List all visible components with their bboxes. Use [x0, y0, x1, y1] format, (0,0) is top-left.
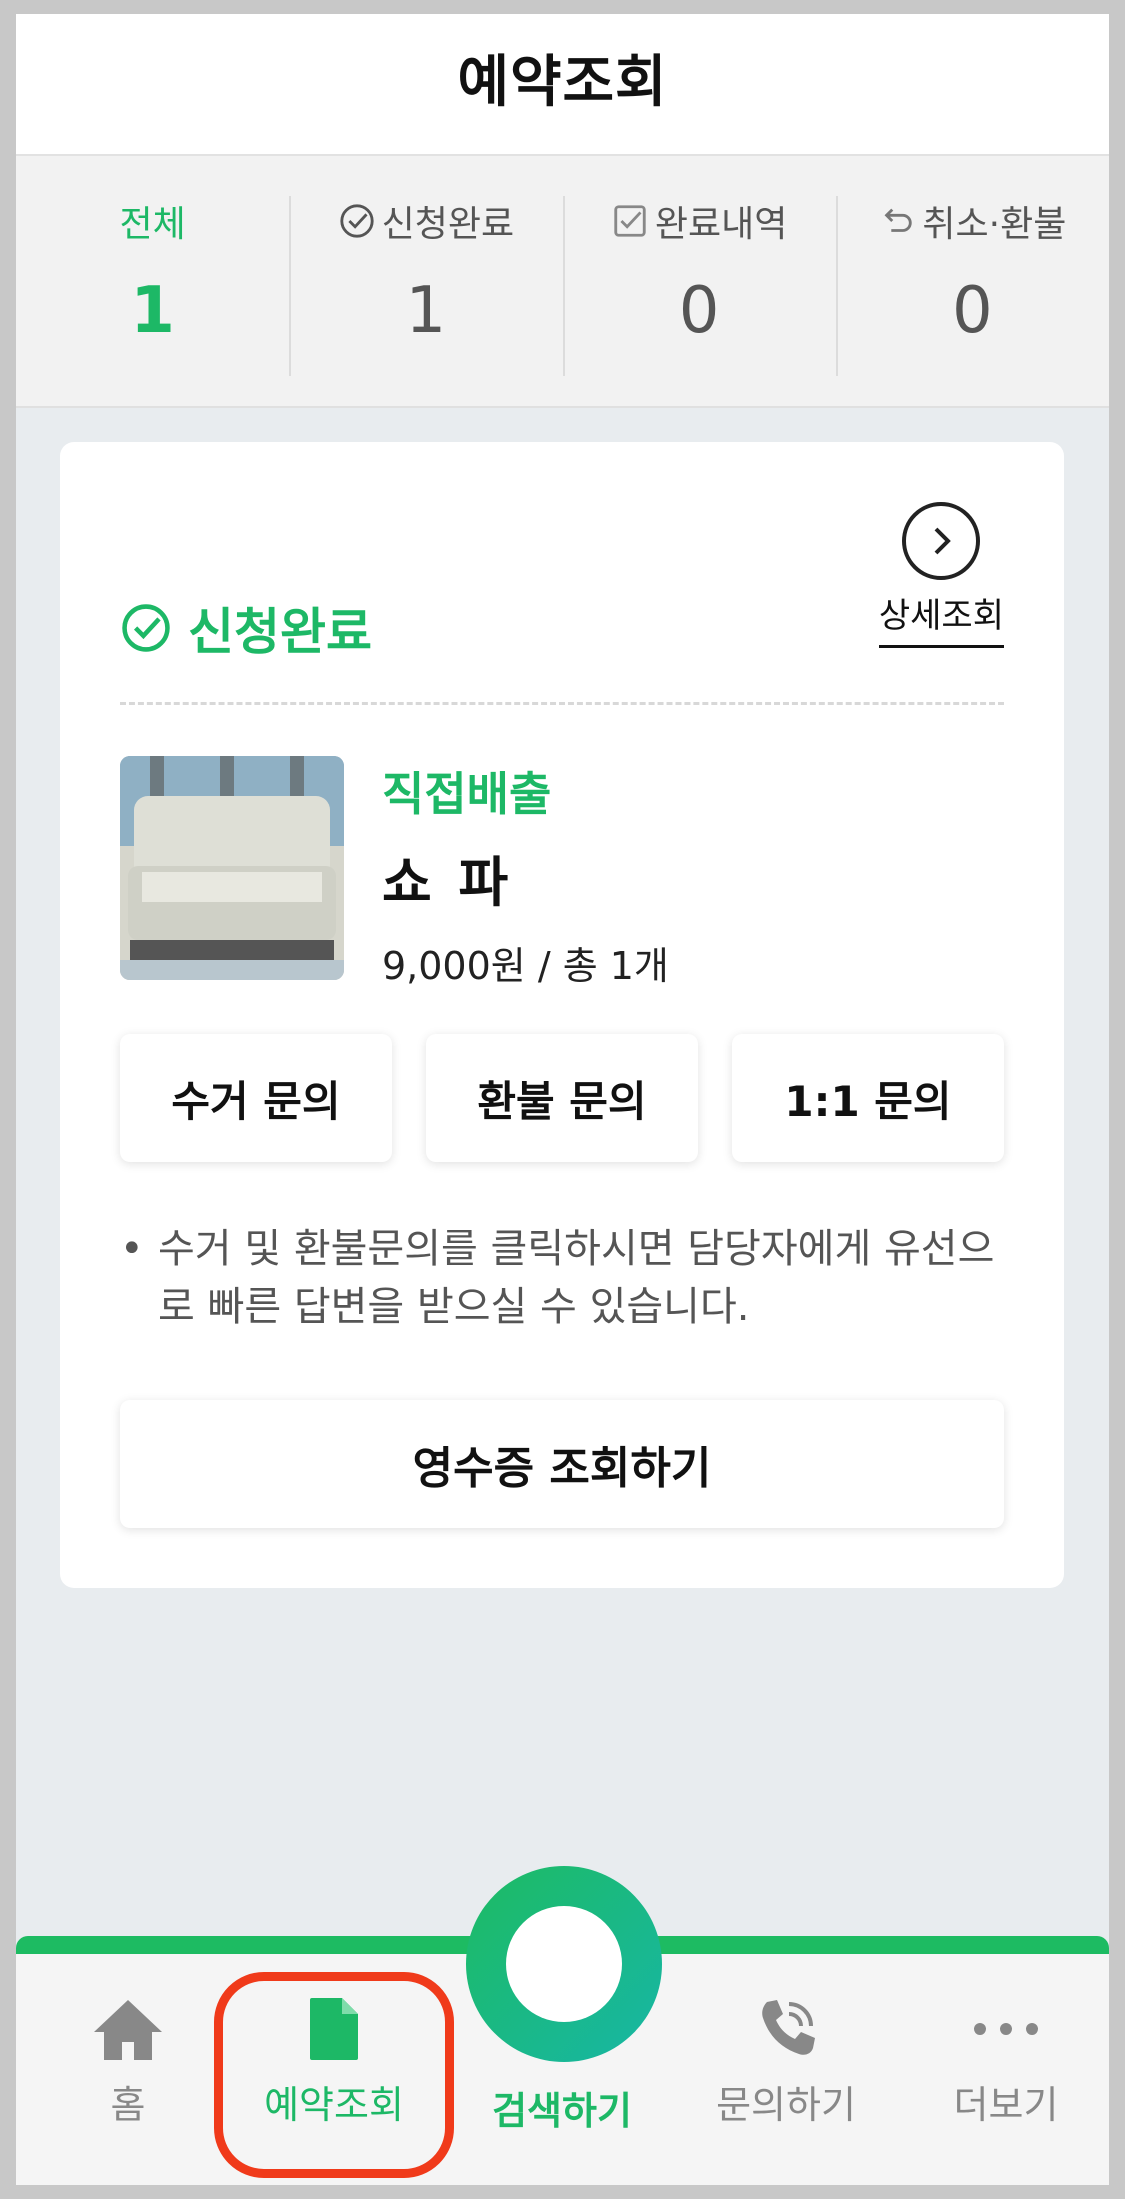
stat-label-cancel-refund: 취소·환불	[922, 204, 1067, 245]
pickup-inquiry-button[interactable]: 수거 문의	[120, 1034, 392, 1162]
chevron-right-icon	[902, 502, 981, 580]
home-icon	[94, 2000, 162, 2060]
checkbox-icon	[614, 205, 646, 237]
stat-value-cancel-refund: 0	[952, 274, 993, 348]
inquiry-buttons: 수거 문의 환불 문의 1:1 문의	[120, 1034, 1004, 1162]
header: 예약조회	[16, 14, 1109, 156]
more-icon	[974, 2023, 1038, 2035]
highlight-annotation	[214, 1972, 454, 2178]
page-title: 예약조회	[457, 49, 668, 115]
nav-more-label: 더보기	[953, 2083, 1059, 2127]
stat-label-completed: 완료내역	[654, 204, 788, 245]
undo-icon	[884, 208, 913, 232]
status-text: 신청완료	[188, 603, 372, 661]
product-info: 직접배출 쇼 파 9,000원 / 총 1개	[120, 756, 669, 990]
phone-icon	[762, 2000, 815, 2055]
nav-search-label: 검색하기	[492, 2089, 632, 2133]
product-type: 직접배출	[382, 767, 552, 821]
nav-home[interactable]: 홈	[28, 1954, 228, 2164]
search-fab-button[interactable]	[466, 1866, 662, 2062]
status-summary-bar: 전체 1 신청완료 1 완료내역 0 취소·환불 0	[16, 156, 1109, 408]
product-price: 9,000원 / 총 1개	[382, 944, 669, 988]
nav-inquiry[interactable]: 문의하기	[686, 1954, 886, 2164]
stat-value-all: 1	[130, 274, 175, 348]
detail-view-button[interactable]: 상세조회	[878, 502, 1004, 648]
refund-inquiry-button[interactable]: 환불 문의	[426, 1034, 698, 1162]
nav-more[interactable]: 더보기	[906, 1954, 1106, 2164]
stat-label-all: 전체	[119, 204, 186, 245]
detail-view-label: 상세조회	[878, 588, 1004, 648]
stat-tab-applied[interactable]: 신청완료 1	[289, 156, 562, 406]
stat-tab-cancel-refund[interactable]: 취소·환불 0	[835, 156, 1109, 406]
app-frame: 예약조회 전체 1 신청완료 1 완료내역 0 취소·환불 0 신청완료 상세조…	[16, 14, 1109, 2185]
check-circle-icon	[122, 604, 170, 652]
stat-tab-completed[interactable]: 완료내역 0	[562, 156, 836, 406]
stat-value-applied: 1	[405, 274, 447, 348]
divider	[120, 702, 1004, 705]
reservation-card: 신청완료 상세조회 직접배출 쇼 파 9,000원 / 총 1개 수거 문의 환…	[60, 442, 1064, 1588]
search-circle-icon	[506, 1906, 622, 2022]
stat-value-completed: 0	[678, 274, 720, 348]
inquiry-note: • 수거 및 환불문의를 클릭하시면 담당자에게 유선으로 빠른 답변을 받으실…	[120, 1220, 1000, 1336]
inquiry-note-text: 수거 및 환불문의를 클릭하시면 담당자에게 유선으로 빠른 답변을 받으실 수…	[158, 1226, 995, 1330]
nav-home-label: 홈	[110, 2083, 146, 2127]
stat-label-applied: 신청완료	[381, 204, 515, 245]
nav-inquiry-label: 문의하기	[716, 2083, 856, 2127]
stat-tab-all[interactable]: 전체 1	[16, 156, 289, 406]
product-image	[120, 756, 344, 980]
one-on-one-inquiry-button[interactable]: 1:1 문의	[732, 1034, 1004, 1162]
check-circle-icon	[340, 204, 374, 238]
product-name: 쇼 파	[382, 851, 513, 914]
receipt-button[interactable]: 영수증 조회하기	[120, 1400, 1004, 1528]
bullet: •	[120, 1226, 144, 1272]
reservation-status: 신청완료	[120, 592, 372, 664]
